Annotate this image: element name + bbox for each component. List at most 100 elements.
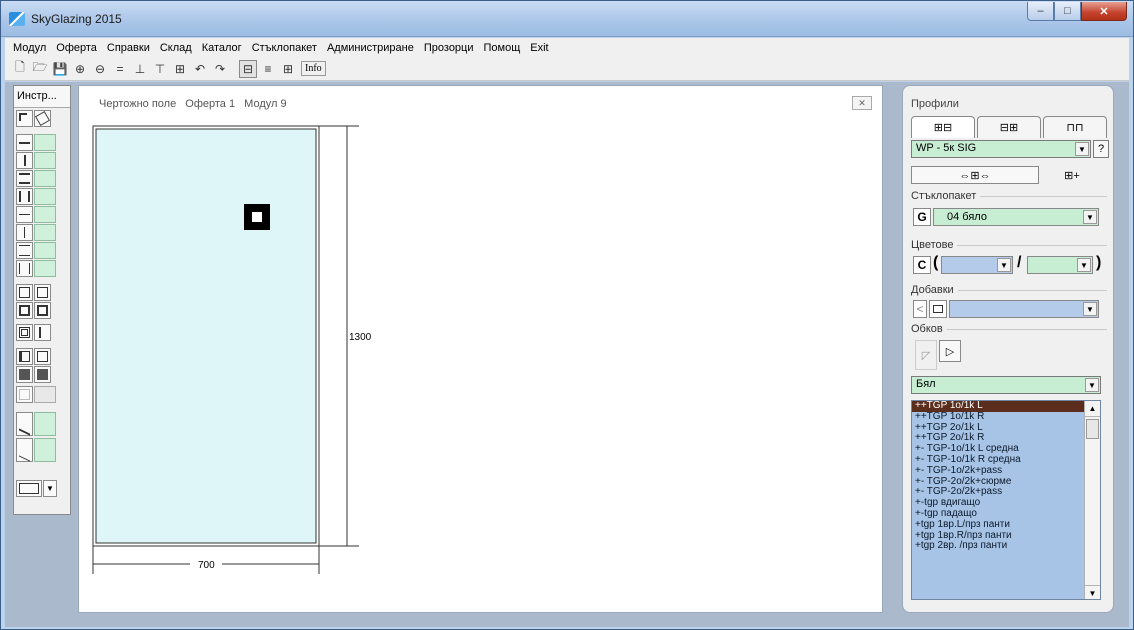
menu-administration[interactable]: Администриране [323,42,420,54]
multi-vertical-icon[interactable] [16,188,33,205]
hardware-open-right-button[interactable]: ▷ [939,340,961,362]
mullion-value-field[interactable] [34,134,56,151]
menu-exit[interactable]: Exit [526,42,554,54]
color-inside-select[interactable]: ▼ [941,256,1013,274]
addition-frame-button[interactable] [929,300,947,318]
glass-unit-select[interactable]: 04 бяло ▼ [933,208,1099,226]
division-value-field-2[interactable] [34,188,56,205]
profile-2-icon[interactable]: ⊤ [151,60,169,78]
scroll-thumb[interactable] [1086,419,1099,439]
colors-button[interactable]: C [913,256,931,274]
horizontal-mullion-icon[interactable] [16,134,33,151]
grid-frame-icon[interactable]: ⊞ [171,60,189,78]
additions-prev-button[interactable]: < [913,300,927,318]
help-button[interactable]: ? [1093,140,1109,158]
sill-value-field-2[interactable] [34,438,56,462]
menu-offer[interactable]: Оферта [52,42,103,54]
opening-type-icon[interactable] [16,480,42,497]
menu-catalog[interactable]: Каталог [198,42,248,54]
hardware-chevron-icon[interactable]: ▼ [1085,378,1099,392]
menu-module[interactable]: Модул [9,42,52,54]
opening-dropdown-icon[interactable]: ▼ [43,480,57,497]
menu-reports[interactable]: Справки [103,42,156,54]
mullion-value-field-2[interactable] [34,152,56,169]
view-frame-icon[interactable]: ⊟ [239,59,257,78]
list-item[interactable]: +tgp 1вр.L/прз панти [912,519,1100,531]
select-arrow-icon[interactable] [16,110,33,127]
eraser-icon[interactable] [34,110,51,127]
frame-square-2-icon[interactable] [34,284,51,301]
tab-profile-frame[interactable]: ⊞⊟ [911,116,975,138]
equal-icon[interactable]: = [111,60,129,78]
frame-square-icon[interactable] [16,284,33,301]
disabled-field[interactable] [34,386,56,403]
redo-icon[interactable]: ↷ [211,60,229,78]
menu-help[interactable]: Помощ [480,42,527,54]
vertical-mullion-icon[interactable] [16,152,33,169]
list-item[interactable]: +- TGP-1o/2k+pass [912,465,1100,477]
chevron-down-icon[interactable]: ▼ [1075,142,1089,156]
vertical-grid-icon[interactable] [16,260,33,277]
zoom-out-icon[interactable]: ⊖ [91,60,109,78]
maximize-button[interactable]: □ [1054,2,1081,21]
view-grid-icon[interactable]: ⊞ [279,60,297,78]
horizontal-grid-icon[interactable] [16,242,33,259]
sash-square-2-icon[interactable] [34,302,51,319]
info-button[interactable]: Info [301,61,326,76]
grid-value-field[interactable] [34,242,56,259]
multi-horizontal-icon[interactable] [16,170,33,187]
grid-value-field-2[interactable] [34,260,56,277]
door-center-icon[interactable] [34,348,51,365]
t-profile-icon[interactable] [34,324,51,341]
scroll-up-icon[interactable]: ▲ [1085,401,1100,417]
sill-slope-icon[interactable] [16,412,33,436]
list-item[interactable]: +tgp 2вр. /прз панти [912,541,1100,552]
glass-button[interactable]: G [913,208,931,226]
profile-arrows-button[interactable]: ⇔⊞⇔ [911,166,1039,184]
bar-value-field[interactable] [34,206,56,223]
color-inside-chevron-icon[interactable]: ▼ [997,258,1011,272]
minimize-button[interactable]: – [1027,2,1054,21]
sill-slope-2-icon[interactable] [16,438,33,462]
vertical-bar-icon[interactable] [16,224,33,241]
sill-value-field[interactable] [34,412,56,436]
profile-1-icon[interactable]: ⊥ [131,60,149,78]
frame-inner-icon[interactable] [16,324,33,341]
bar-value-field-2[interactable] [34,224,56,241]
additions-chevron-icon[interactable]: ▼ [1083,302,1097,316]
glass-chevron-down-icon[interactable]: ▼ [1083,210,1097,224]
menu-glass-unit[interactable]: Стъклопакет [248,42,323,54]
disabled-tool-icon[interactable] [16,386,33,403]
list-item[interactable]: ++TGP 1o/1k R [912,411,1100,423]
door-left-icon[interactable] [16,348,33,365]
open-folder-icon[interactable]: 🗁 [31,60,49,78]
title-bar[interactable]: SkyGlazing 2015 – □ ✕ [1,1,1133,37]
additions-select[interactable]: ▼ [949,300,1099,318]
view-lines-icon[interactable]: ≡ [259,60,277,78]
sash-square-icon[interactable] [16,302,33,319]
tab-profile-sash[interactable]: ⊟⊞ [977,116,1041,138]
door-fill-2-icon[interactable] [34,366,51,383]
add-profile-button[interactable]: ⊞+ [1043,166,1101,184]
tab-profile-door[interactable]: ⊓⊓ [1043,116,1107,138]
scroll-down-icon[interactable]: ▼ [1085,585,1100,599]
save-icon[interactable]: 💾 [51,60,69,78]
new-file-icon[interactable]: 🗋 [11,60,29,78]
close-button[interactable]: ✕ [1081,2,1127,21]
hardware-color-select[interactable]: Бял ▼ [911,376,1101,394]
color-outside-chevron-icon[interactable]: ▼ [1077,258,1091,272]
undo-icon[interactable]: ↶ [191,60,209,78]
horizontal-bar-icon[interactable] [16,206,33,223]
menu-windows[interactable]: Прозорци [420,42,480,54]
fittings-list[interactable]: ++TGP 1o/1k L ++TGP 1o/1k R ++TGP 2o/1k … [911,400,1101,600]
division-value-field[interactable] [34,170,56,187]
zoom-in-icon[interactable]: ⊕ [71,60,89,78]
door-fill-icon[interactable] [16,366,33,383]
profile-system-select[interactable]: WP - 5к SIG ▼ [911,140,1091,158]
fittings-scrollbar[interactable]: ▲ ▼ [1084,401,1100,599]
color-outside-select[interactable]: ▼ [1027,256,1093,274]
colors-label: Цветове [911,239,958,251]
menu-warehouse[interactable]: Склад [156,42,198,54]
drawing-canvas[interactable]: 1300 700 [79,86,884,614]
hardware-open-left-button[interactable]: ◸ [915,340,937,370]
